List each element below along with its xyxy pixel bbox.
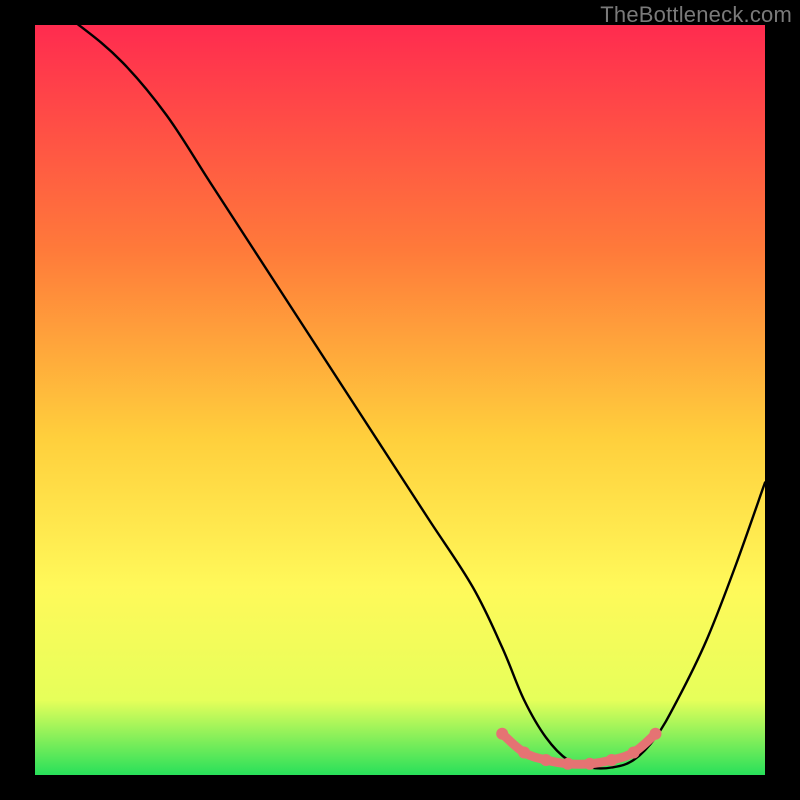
plateau-marker [584, 758, 596, 770]
watermark-text: TheBottleneck.com [600, 2, 792, 28]
plateau-marker [562, 758, 574, 770]
chart-gradient-bg [35, 25, 765, 775]
plateau-marker [606, 754, 618, 766]
plateau-marker [496, 728, 508, 740]
plateau-marker [650, 728, 662, 740]
chart-canvas [0, 0, 800, 800]
plateau-marker [628, 747, 640, 759]
plateau-marker [518, 747, 530, 759]
plateau-marker [540, 754, 552, 766]
